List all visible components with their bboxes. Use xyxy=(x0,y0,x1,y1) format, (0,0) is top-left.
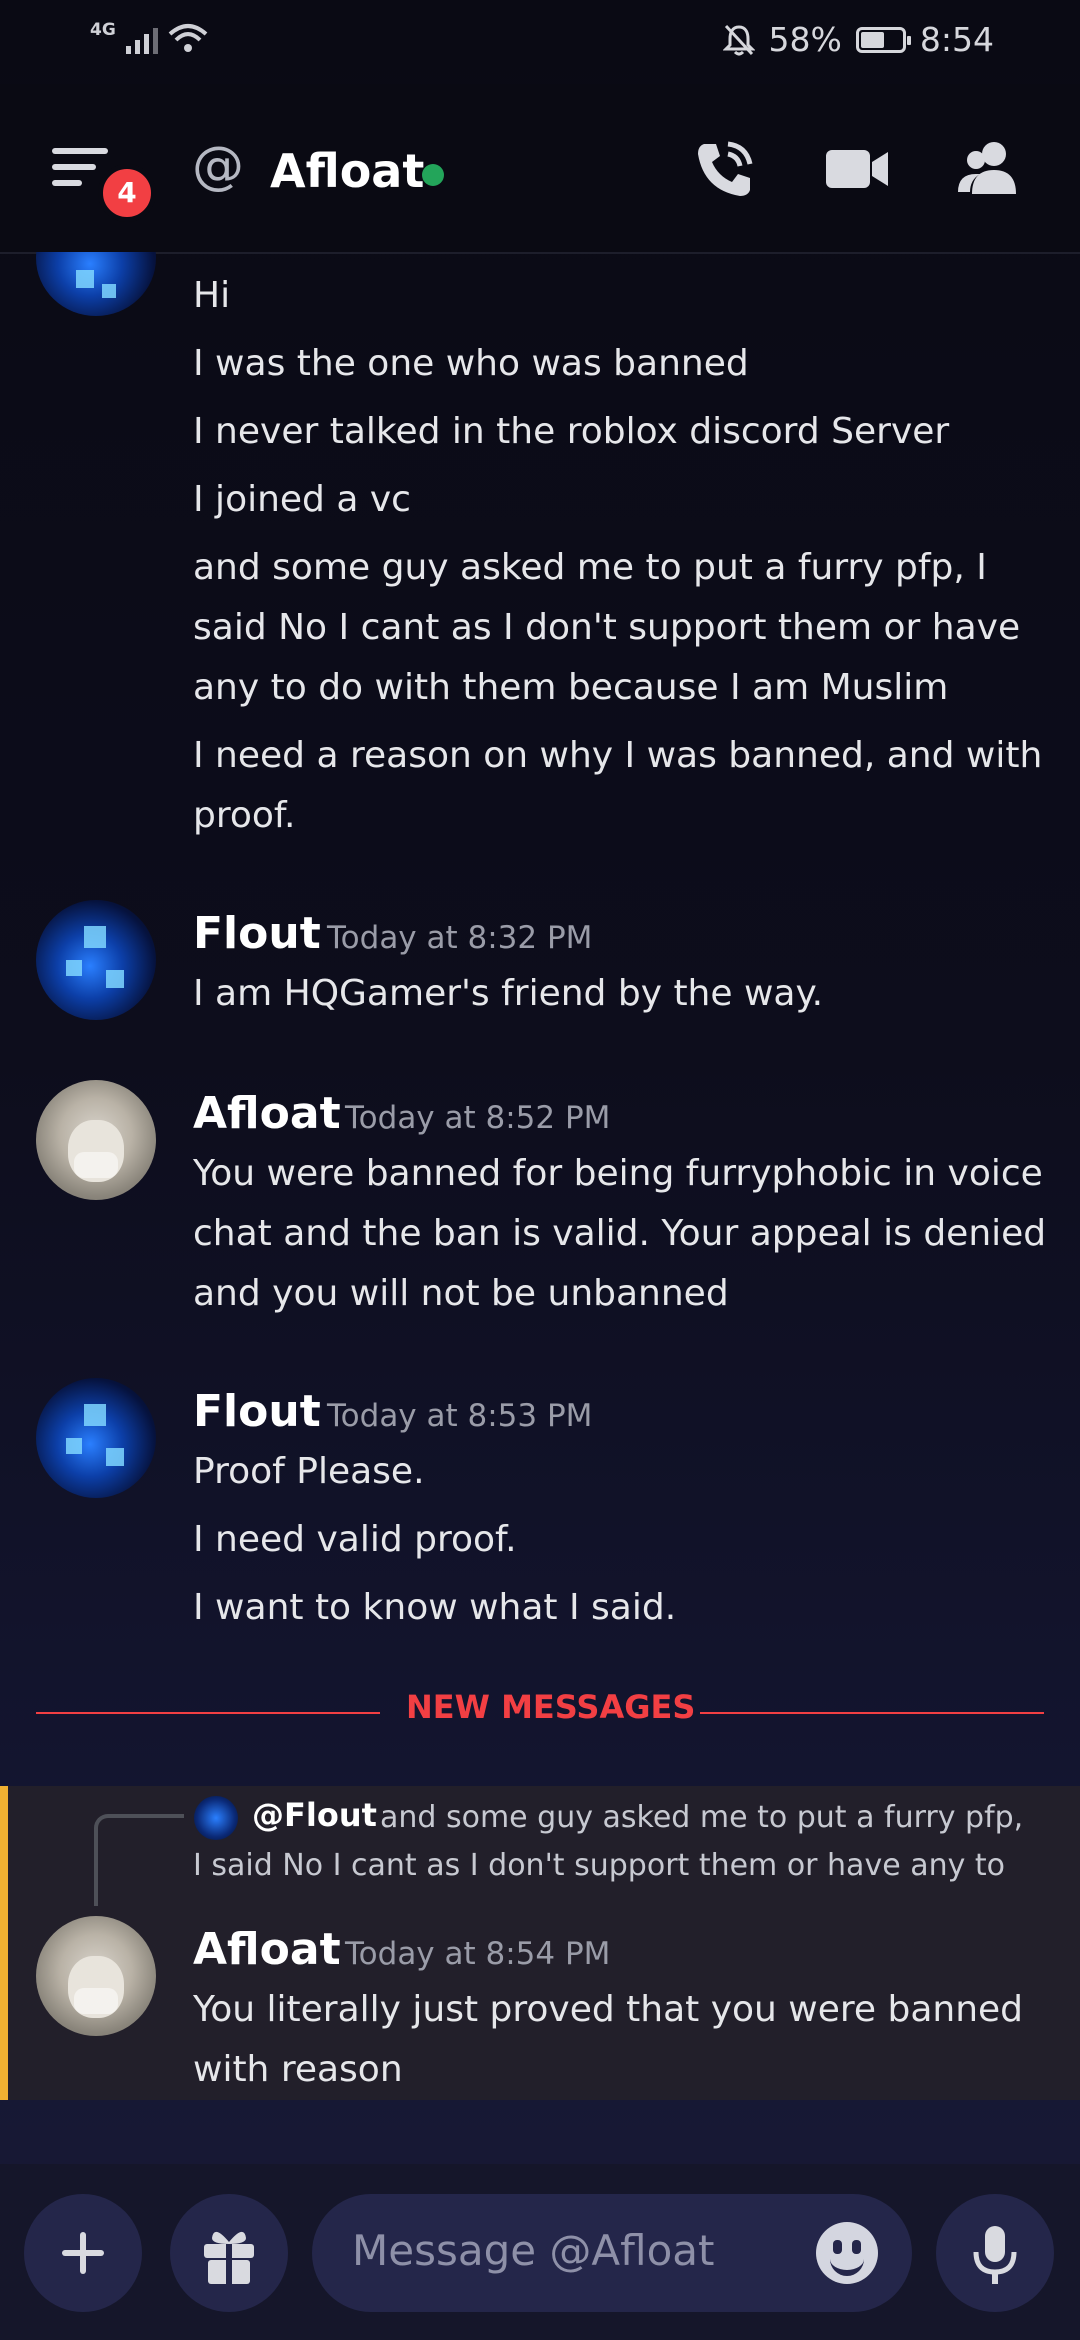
message-line: with reason xyxy=(193,2049,403,2090)
video-call-icon[interactable] xyxy=(822,134,892,204)
message-author[interactable]: Flout xyxy=(193,908,321,959)
avatar-flout[interactable] xyxy=(36,1378,156,1498)
voice-message-button[interactable] xyxy=(936,2194,1054,2312)
message-timestamp: Today at 8:54 PM xyxy=(345,1936,611,1972)
wifi-icon xyxy=(168,24,208,52)
message-timestamp: Today at 8:52 PM xyxy=(345,1100,611,1136)
message-line: I joined a vc xyxy=(193,479,411,520)
message-line: I want to know what I said. xyxy=(193,1587,677,1628)
call-icon[interactable] xyxy=(690,134,760,204)
reply-avatar-flout xyxy=(194,1796,238,1840)
add-attachment-button[interactable] xyxy=(24,2194,142,2312)
message-input-placeholder: Message @Afloat xyxy=(352,2226,715,2275)
message-timestamp: Today at 8:53 PM xyxy=(327,1398,593,1434)
message-line: I am HQGamer's friend by the way. xyxy=(193,973,824,1014)
avatar-flout[interactable] xyxy=(36,900,156,1020)
message-input[interactable]: Message @Afloat xyxy=(312,2194,912,2312)
message-line: Hi xyxy=(193,275,231,316)
message-line: You literally just proved that you were … xyxy=(193,1989,1024,2030)
avatar-afloat[interactable] xyxy=(36,1080,156,1200)
microphone-icon xyxy=(973,2226,1017,2284)
message-line: chat and the ban is valid. Your appeal i… xyxy=(193,1213,1047,1254)
message-author[interactable]: Afloat xyxy=(193,1088,341,1139)
gift-button[interactable] xyxy=(170,2194,288,2312)
at-icon: @ xyxy=(192,136,244,196)
online-status-indicator xyxy=(422,164,444,186)
battery-percent: 58% xyxy=(768,20,842,59)
avatar-afloat[interactable] xyxy=(36,1916,156,2036)
channel-title[interactable]: Afloat xyxy=(270,144,424,198)
emoji-icon[interactable] xyxy=(816,2222,878,2284)
plus-icon xyxy=(62,2232,104,2274)
message-timestamp: Today at 8:32 PM xyxy=(327,920,593,956)
battery-icon xyxy=(855,26,911,53)
signal-icon xyxy=(125,24,158,54)
message-line: proof. xyxy=(193,795,296,836)
notification-badge: 4 xyxy=(98,164,156,222)
new-messages-divider: NEW MESSAGES xyxy=(36,1688,1044,1726)
message-line: I never talked in the roblox discord Ser… xyxy=(193,411,950,452)
network-type: 4G xyxy=(90,20,116,40)
gift-icon xyxy=(204,2231,254,2284)
message-line: You were banned for being furryphobic in… xyxy=(193,1153,1043,1194)
message-line: and some guy asked me to put a furry pfp… xyxy=(193,547,987,588)
message-line: I was the one who was banned xyxy=(193,343,749,384)
reply-connector xyxy=(94,1814,184,1906)
new-messages-label: NEW MESSAGES xyxy=(406,1688,696,1726)
message-line: I need valid proof. xyxy=(193,1519,517,1560)
reply-preview[interactable]: and some guy asked me to put a furry pfp… xyxy=(380,1800,1023,1835)
clock: 8:54 xyxy=(919,20,994,59)
bell-muted-icon xyxy=(722,24,755,55)
reply-mention[interactable]: @Flout xyxy=(252,1796,377,1834)
chat-header: 4 @ Afloat xyxy=(0,84,1080,254)
message-line: said No I cant as I don't support them o… xyxy=(193,607,1021,648)
message-author[interactable]: Afloat xyxy=(193,1924,341,1975)
reply-preview[interactable]: I said No I cant as I don't support them… xyxy=(193,1848,1005,1883)
message-line: and you will not be unbanned xyxy=(193,1273,729,1314)
members-icon[interactable] xyxy=(954,134,1024,204)
message-line: I need a reason on why I was banned, and… xyxy=(193,735,1043,776)
message-line: Proof Please. xyxy=(193,1451,425,1492)
message-line: any to do with them because I am Muslim xyxy=(193,667,949,708)
composer-bar: Message @Afloat xyxy=(0,2164,1080,2340)
message-author[interactable]: Flout xyxy=(193,1386,321,1437)
status-bar: 4G 58% 8:54 xyxy=(0,0,1080,84)
